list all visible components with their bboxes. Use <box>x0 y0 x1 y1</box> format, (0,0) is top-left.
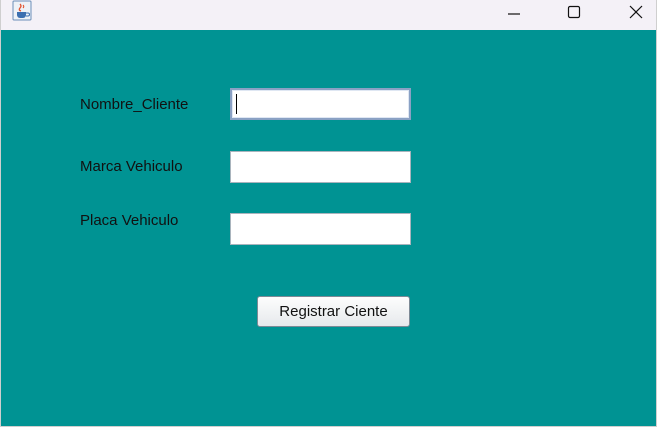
marca-vehiculo-input[interactable] <box>230 151 411 183</box>
marca-vehiculo-label: Marca Vehiculo <box>80 158 183 175</box>
placa-vehiculo-label: Placa Vehiculo <box>80 212 179 229</box>
minimize-icon <box>506 5 522 26</box>
registrar-cliente-button[interactable]: Registrar Ciente <box>257 296 410 327</box>
close-icon <box>628 5 644 26</box>
nombre-cliente-label: Nombre_Cliente <box>80 96 189 113</box>
minimize-button[interactable] <box>491 0 537 30</box>
maximize-icon <box>566 5 582 26</box>
java-cup-icon <box>11 0 33 22</box>
placa-vehiculo-input[interactable] <box>230 213 411 245</box>
form-panel: Nombre_Cliente Marca Vehiculo Placa Vehi… <box>1 30 656 426</box>
title-bar[interactable] <box>1 0 656 30</box>
app-window: Nombre_Cliente Marca Vehiculo Placa Vehi… <box>0 0 657 427</box>
close-button[interactable] <box>613 0 656 30</box>
text-caret <box>236 94 237 114</box>
nombre-cliente-input[interactable] <box>230 88 411 120</box>
maximize-button[interactable] <box>551 0 597 30</box>
